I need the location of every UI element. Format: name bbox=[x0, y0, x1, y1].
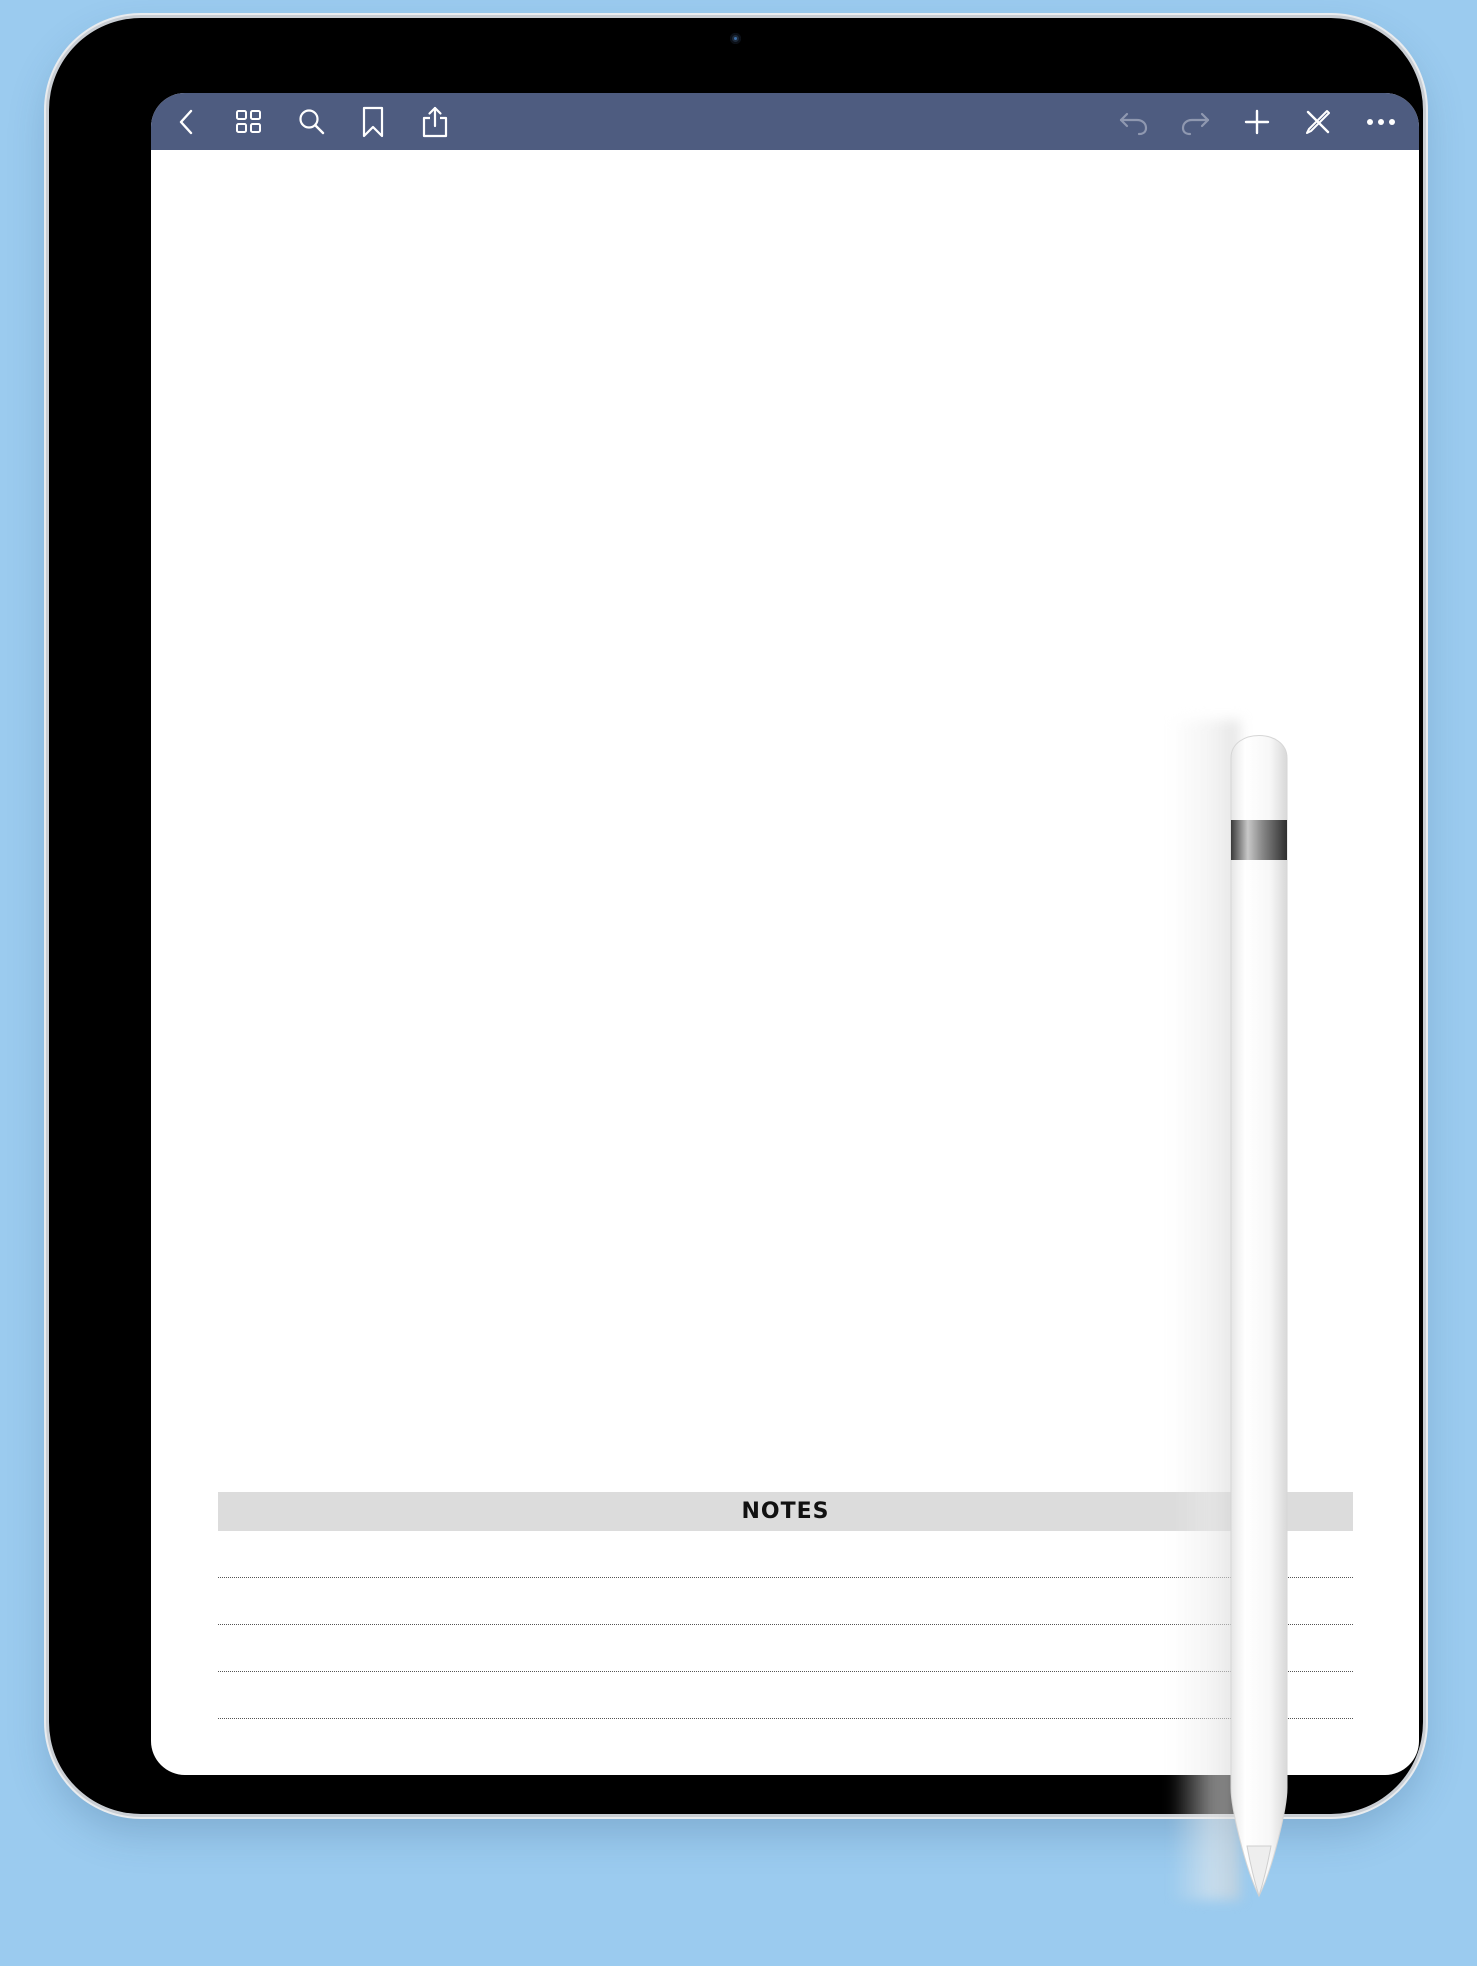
share-icon bbox=[422, 106, 448, 138]
undo-icon bbox=[1119, 112, 1148, 136]
chevron-left-icon bbox=[179, 109, 193, 135]
redo-icon bbox=[1181, 112, 1210, 136]
add-page-button[interactable] bbox=[1238, 103, 1276, 141]
bookmark-icon bbox=[362, 106, 384, 138]
top-toolbar bbox=[151, 93, 1419, 150]
search-button[interactable] bbox=[293, 103, 331, 141]
pencil-off-icon bbox=[1306, 110, 1330, 134]
undo-button[interactable] bbox=[1115, 103, 1153, 141]
more-icon bbox=[1367, 119, 1395, 125]
thumbnails-button[interactable] bbox=[230, 103, 268, 141]
bookmark-button[interactable] bbox=[354, 103, 392, 141]
plus-icon bbox=[1244, 109, 1270, 135]
share-button[interactable] bbox=[416, 103, 454, 141]
stylus-pencil bbox=[1230, 735, 1288, 1898]
more-button[interactable] bbox=[1362, 103, 1400, 141]
grid-icon bbox=[236, 110, 261, 133]
front-camera bbox=[730, 33, 741, 44]
search-icon bbox=[299, 109, 325, 135]
redo-button[interactable] bbox=[1176, 103, 1214, 141]
tools-toggle-button[interactable] bbox=[1299, 103, 1337, 141]
back-button[interactable] bbox=[168, 103, 206, 141]
